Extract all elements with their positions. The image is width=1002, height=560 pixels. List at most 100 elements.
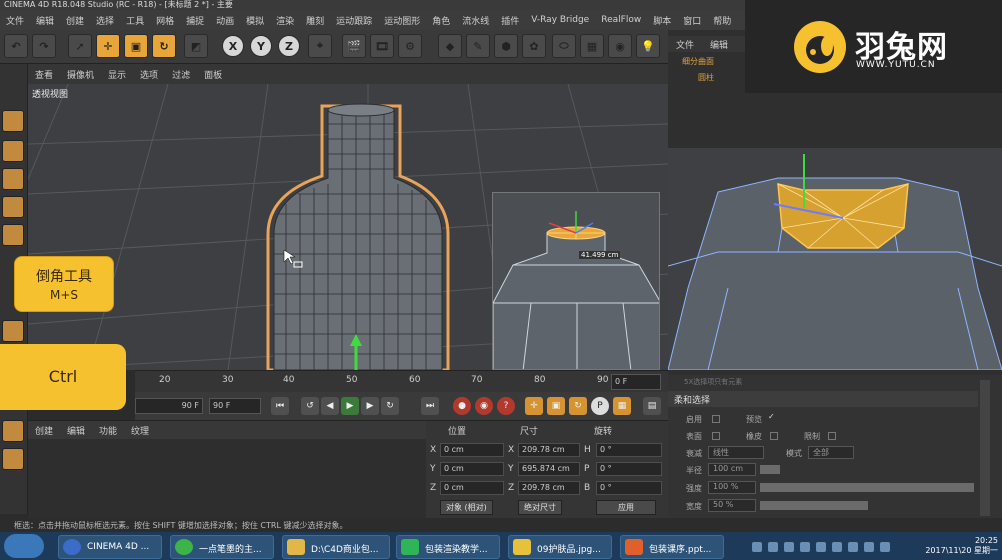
menu-help[interactable]: 帮助	[707, 14, 737, 27]
viewport-menu-view[interactable]: 查看	[28, 68, 60, 81]
rotate-icon[interactable]: ↻	[152, 34, 176, 58]
start-button[interactable]	[4, 534, 44, 558]
recent-tool-icon[interactable]: ◩	[184, 34, 208, 58]
timeline-ruler[interactable]: 20 30 40 50 60 70 80 90 0 F	[135, 370, 668, 392]
object-manager-edit[interactable]: 编辑	[702, 38, 736, 51]
pos-z-field[interactable]: 0 cm	[440, 481, 504, 495]
menu-mesh[interactable]: 网格	[150, 14, 180, 27]
surface-checkbox[interactable]	[708, 431, 720, 440]
mode-dropdown[interactable]: 全部	[808, 446, 854, 459]
restrict-checkbox[interactable]	[824, 431, 836, 440]
timeline-window-icon[interactable]: ▤	[643, 397, 661, 415]
enable-checkbox[interactable]	[708, 414, 720, 423]
snap-icon[interactable]	[2, 420, 24, 442]
deformer-icon[interactable]: ⬭	[552, 34, 576, 58]
tray-icon[interactable]	[800, 542, 810, 552]
camera-icon[interactable]: ◉	[608, 34, 632, 58]
autokey-icon[interactable]: ◉	[475, 397, 493, 415]
material-menu-edit[interactable]: 编辑	[60, 424, 92, 437]
menu-realflow[interactable]: RealFlow	[595, 15, 647, 25]
taskbar-item-cinema4d[interactable]: CINEMA 4D ...	[58, 535, 162, 559]
menu-render[interactable]: 渲染	[270, 14, 300, 27]
axis-x-button[interactable]: X	[222, 35, 244, 57]
menu-snap[interactable]: 捕捉	[180, 14, 210, 27]
apply-button[interactable]: 应用	[596, 500, 656, 515]
live-selection-icon[interactable]: ➚	[68, 34, 92, 58]
floor-icon[interactable]: ▦	[580, 34, 604, 58]
object-subdivision-surface[interactable]: 细分曲面	[682, 56, 714, 67]
previous-frame-icon[interactable]: ◀	[321, 397, 339, 415]
coordinate-mode-dropdown[interactable]: 对象 (相对)	[440, 500, 493, 515]
key-parameter-icon[interactable]: P	[591, 397, 609, 415]
key-pla-icon[interactable]: ▦	[613, 397, 631, 415]
max-frame-field[interactable]: 90 F	[209, 398, 261, 414]
width-field[interactable]: 50 %	[708, 499, 756, 512]
taskbar-item-wps-doc[interactable]: 包装渲染教学...	[396, 535, 500, 559]
key-scale-icon[interactable]: ▣	[547, 397, 565, 415]
viewport-menu-panel[interactable]: 面板	[197, 68, 229, 81]
key-rotation-icon[interactable]: ↻	[569, 397, 587, 415]
scale-icon[interactable]: ▣	[124, 34, 148, 58]
light-icon[interactable]: 💡	[636, 34, 660, 58]
tray-icon[interactable]	[816, 542, 826, 552]
workplane-icon[interactable]	[2, 168, 24, 190]
viewport-menu-cameras[interactable]: 摄像机	[60, 68, 101, 81]
menu-plugins[interactable]: 插件	[495, 14, 525, 27]
menu-sculpt[interactable]: 雕刻	[300, 14, 330, 27]
taskbar-item-browser[interactable]: 一点笔墨的主...	[170, 535, 274, 559]
rot-b-field[interactable]: 0 °	[596, 481, 662, 495]
keyframe-selection-icon[interactable]: ?	[497, 397, 515, 415]
material-menu-function[interactable]: 功能	[92, 424, 124, 437]
point-mode-icon[interactable]	[2, 196, 24, 218]
subdivision-icon[interactable]: ⬢	[494, 34, 518, 58]
menu-simulate[interactable]: 模拟	[240, 14, 270, 27]
model-mode-icon[interactable]	[2, 110, 24, 132]
menu-tools[interactable]: 工具	[120, 14, 150, 27]
key-position-icon[interactable]: ✛	[525, 397, 543, 415]
menu-edit[interactable]: 编辑	[30, 14, 60, 27]
taskbar-item-image[interactable]: 09护肤品.jpg...	[508, 535, 612, 559]
edge-mode-icon[interactable]	[2, 224, 24, 246]
next-key-icon[interactable]: ↻	[381, 397, 399, 415]
size-z-field[interactable]: 209.78 cm	[518, 481, 580, 495]
size-y-field[interactable]: 695.874 cm	[518, 462, 580, 476]
viewport-menu-filter[interactable]: 过滤	[165, 68, 197, 81]
material-menu-create[interactable]: 创建	[28, 424, 60, 437]
current-frame-field[interactable]: 0 F	[611, 374, 661, 390]
menu-create[interactable]: 创建	[60, 14, 90, 27]
rot-h-field[interactable]: 0 °	[596, 443, 662, 457]
go-to-end-icon[interactable]: ⏭	[421, 397, 439, 415]
strength-slider[interactable]	[760, 483, 974, 492]
render-picture-viewer-icon[interactable]: 🎞	[370, 34, 394, 58]
previous-key-icon[interactable]: ↺	[301, 397, 319, 415]
menu-motion-tracking[interactable]: 运动跟踪	[330, 14, 378, 27]
material-menu-texture[interactable]: 纹理	[124, 424, 156, 437]
rot-p-field[interactable]: 0 °	[596, 462, 662, 476]
texture-mode-icon[interactable]	[2, 140, 24, 162]
go-to-start-icon[interactable]: ⏮	[271, 397, 289, 415]
taskbar-item-explorer[interactable]: D:\C4D商业包...	[282, 535, 390, 559]
size-x-field[interactable]: 209.78 cm	[518, 443, 580, 457]
strength-field[interactable]: 100 %	[708, 481, 756, 494]
viewport-menu-display[interactable]: 显示	[101, 68, 133, 81]
tray-icon[interactable]	[784, 542, 794, 552]
volume-icon[interactable]	[880, 542, 890, 552]
falloff-dropdown[interactable]: 线性	[708, 446, 764, 459]
taskbar-item-ppt[interactable]: 包装课序.ppt...	[620, 535, 724, 559]
workplane-lock-icon[interactable]	[2, 448, 24, 470]
menu-file[interactable]: 文件	[0, 14, 30, 27]
coordinate-system-icon[interactable]: ⌖	[308, 34, 332, 58]
menu-vray[interactable]: V-Ray Bridge	[525, 15, 595, 25]
polygon-mode-icon[interactable]	[2, 320, 24, 342]
render-settings-icon[interactable]: ⚙	[398, 34, 422, 58]
cube-icon[interactable]: ◆	[438, 34, 462, 58]
tray-icon[interactable]	[832, 542, 842, 552]
menu-script[interactable]: 脚本	[647, 14, 677, 27]
object-manager-file[interactable]: 文件	[668, 38, 702, 51]
attribute-scrollbar[interactable]	[980, 380, 990, 516]
rubber-checkbox[interactable]	[766, 431, 778, 440]
pos-x-field[interactable]: 0 cm	[440, 443, 504, 457]
move-icon[interactable]: ✛	[96, 34, 120, 58]
next-frame-icon[interactable]: ▶	[361, 397, 379, 415]
play-icon[interactable]: ▶	[341, 397, 359, 415]
